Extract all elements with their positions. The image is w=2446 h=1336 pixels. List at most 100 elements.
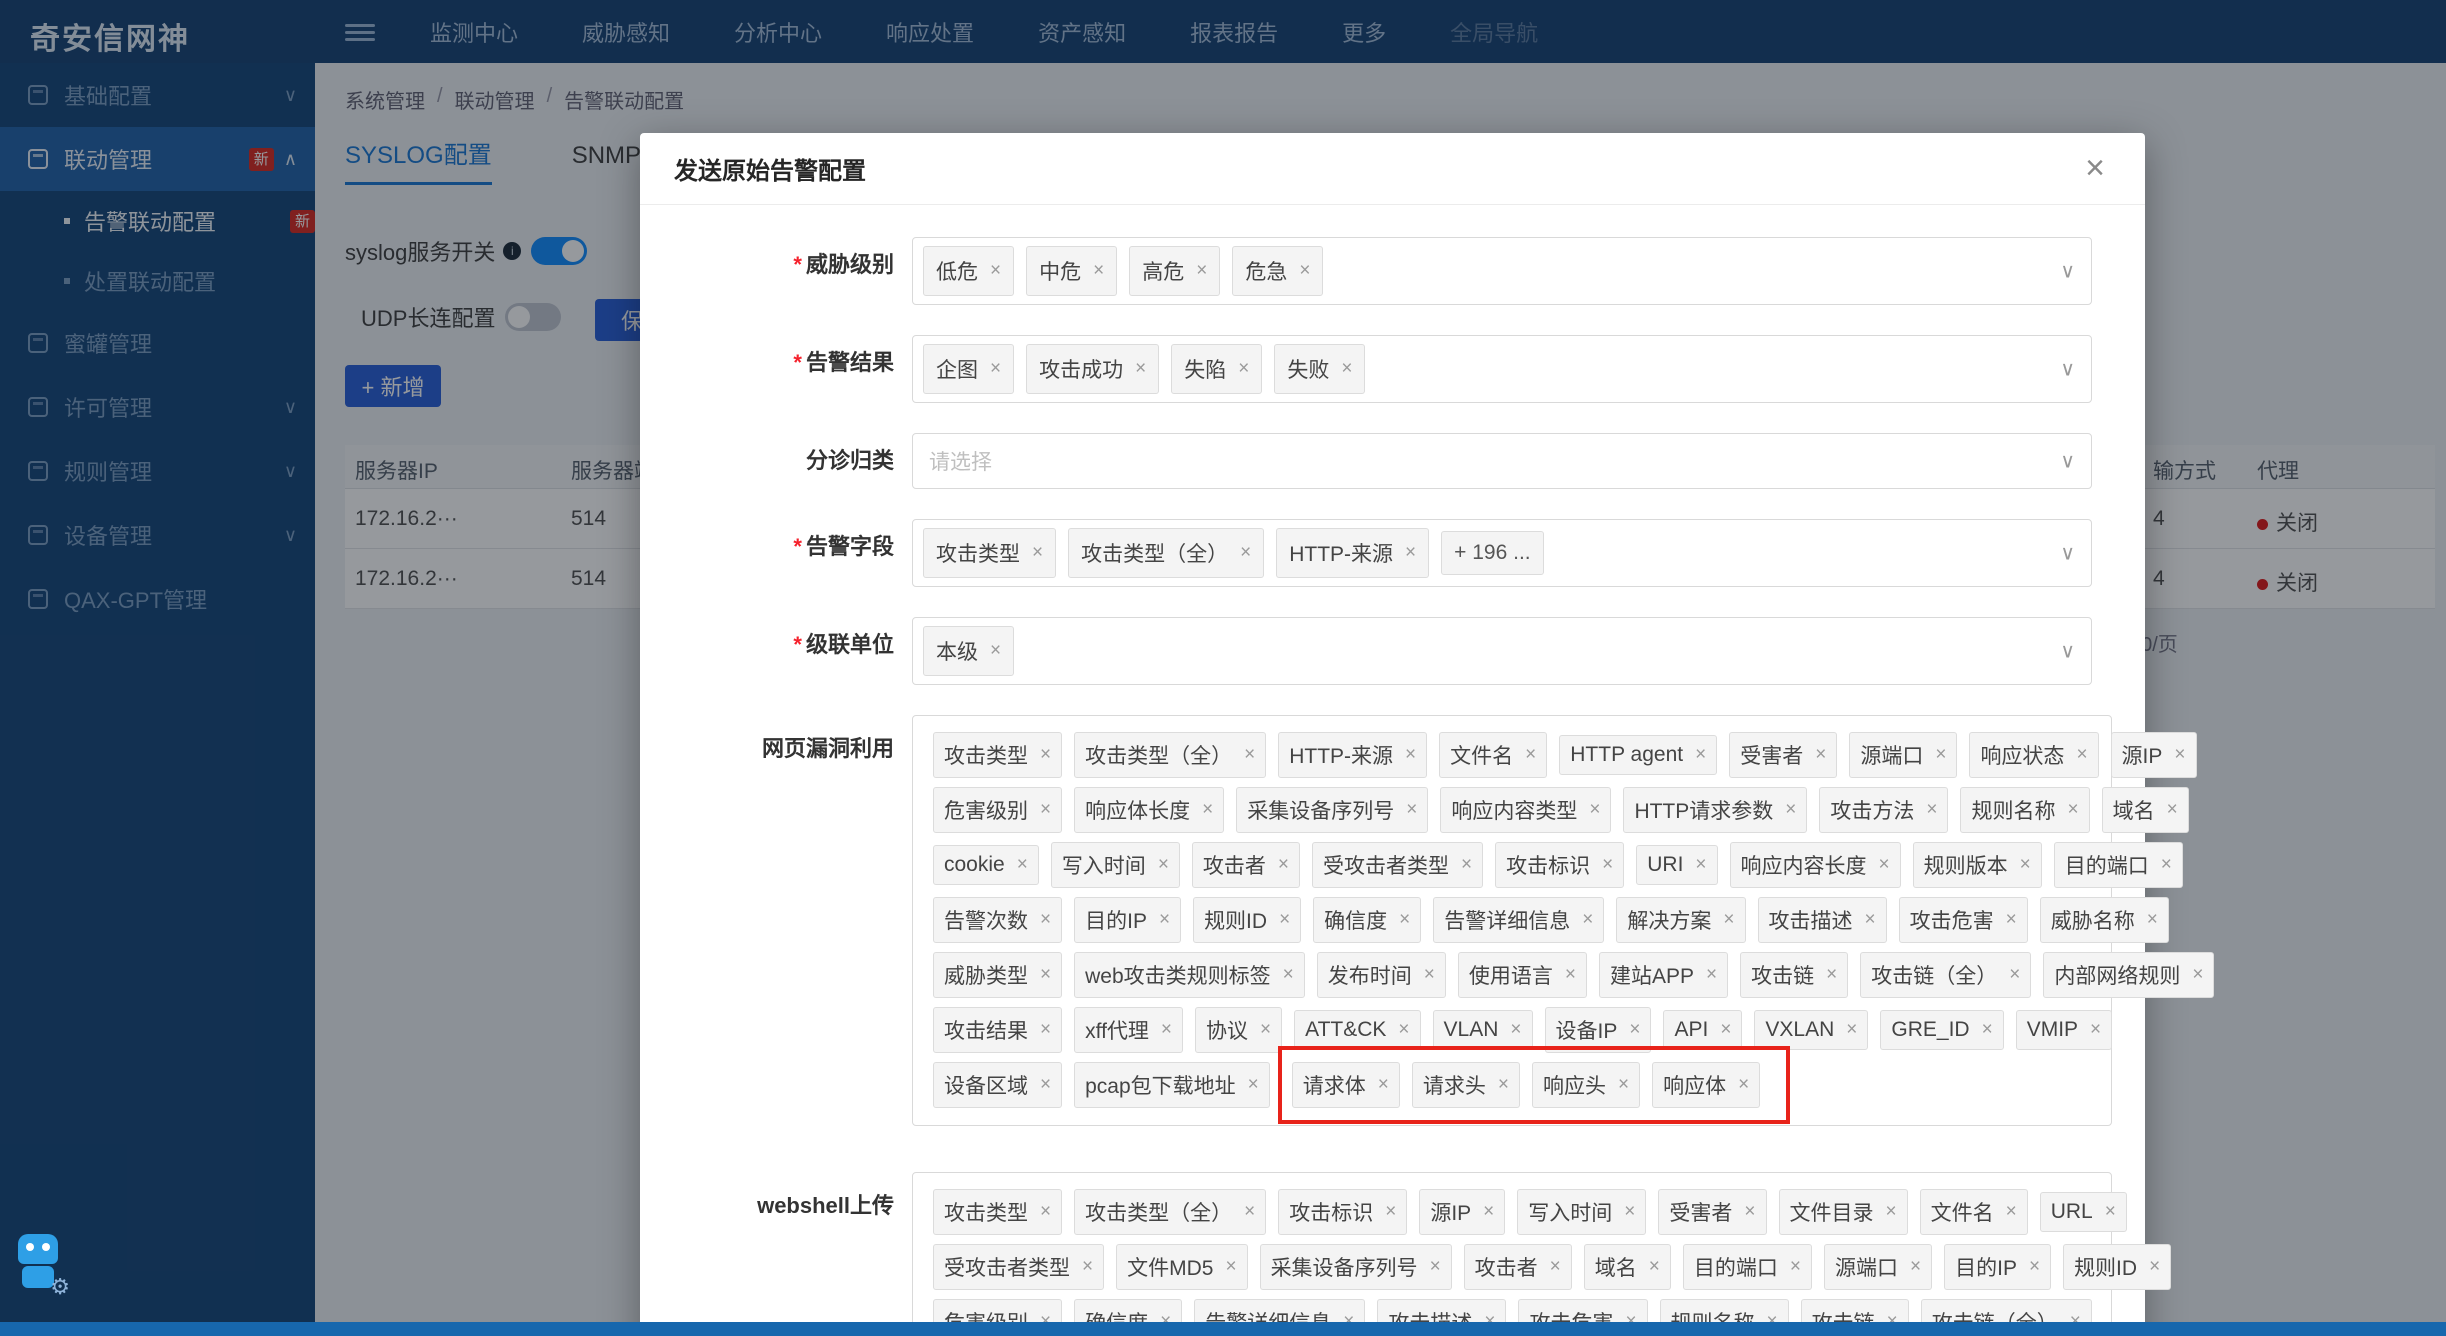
tag-remove-icon[interactable]: × xyxy=(1399,909,1410,931)
tag-remove-icon[interactable]: × xyxy=(1695,744,1706,766)
tag-remove-icon[interactable]: × xyxy=(2149,1256,2160,1278)
tag-remove-icon[interactable]: × xyxy=(1405,542,1416,564)
tag-remove-icon[interactable]: × xyxy=(2105,1201,2116,1223)
tag-remove-icon[interactable]: × xyxy=(2006,909,2017,931)
tag-remove-icon[interactable]: × xyxy=(1248,1074,1259,1096)
tag-remove-icon[interactable]: × xyxy=(1196,260,1207,282)
tag-remove-icon[interactable]: × xyxy=(1278,854,1289,876)
tag-remove-icon[interactable]: × xyxy=(1865,909,1876,931)
tag-remove-icon[interactable]: × xyxy=(1244,1201,1255,1223)
tag-remove-icon[interactable]: × xyxy=(1040,909,1051,931)
tag-remove-icon[interactable]: × xyxy=(2067,799,2078,821)
tag-remove-icon[interactable]: × xyxy=(1602,854,1613,876)
tag-remove-icon[interactable]: × xyxy=(1032,542,1043,564)
tag-remove-icon[interactable]: × xyxy=(1405,744,1416,766)
tag-remove-icon[interactable]: × xyxy=(2161,854,2172,876)
tag-remove-icon[interactable]: × xyxy=(990,260,1001,282)
multiselect-2[interactable]: 企图 × 攻击成功 × 失陷 × 失败 × ∨ xyxy=(912,335,2092,403)
tag-remove-icon[interactable]: × xyxy=(2006,1201,2017,1223)
tag-remove-icon[interactable]: × xyxy=(2090,1019,2101,1041)
tag: 发布时间 × xyxy=(1316,952,1446,998)
tag-remove-icon[interactable]: × xyxy=(1040,744,1051,766)
tag-remove-icon[interactable]: × xyxy=(1260,1019,1271,1041)
tag-label: 源端口 xyxy=(1835,1257,1898,1280)
tag-remove-icon[interactable]: × xyxy=(2147,909,2158,931)
close-icon[interactable]: × xyxy=(2085,151,2105,185)
tag-remove-icon[interactable]: × xyxy=(1283,964,1294,986)
tag-remove-icon[interactable]: × xyxy=(1550,1256,1561,1278)
tag-remove-icon[interactable]: × xyxy=(1982,1019,1993,1041)
tag-remove-icon[interactable]: × xyxy=(2009,964,2020,986)
tag-remove-icon[interactable]: × xyxy=(1846,1019,1857,1041)
tag-remove-icon[interactable]: × xyxy=(1886,1201,1897,1223)
tag-remove-icon[interactable]: × xyxy=(1406,799,1417,821)
tag-remove-icon[interactable]: × xyxy=(1093,260,1104,282)
tag-remove-icon[interactable]: × xyxy=(1240,542,1251,564)
tag-remove-icon[interactable]: × xyxy=(1629,1019,1640,1041)
tag-remove-icon[interactable]: × xyxy=(1461,854,1472,876)
tag-remove-icon[interactable]: × xyxy=(1483,1201,1494,1223)
tag-remove-icon[interactable]: × xyxy=(1649,1256,1660,1278)
tag-remove-icon[interactable]: × xyxy=(1525,744,1536,766)
tag-remove-icon[interactable]: × xyxy=(1926,799,1937,821)
multiselect-1[interactable]: 低危 × 中危 × 高危 × 危急 × ∨ xyxy=(912,237,2092,305)
tag-remove-icon[interactable]: × xyxy=(1510,1019,1521,1041)
tag-remove-icon[interactable]: × xyxy=(2167,799,2178,821)
tag-remove-icon[interactable]: × xyxy=(1244,744,1255,766)
tag-remove-icon[interactable]: × xyxy=(1017,854,1028,876)
tag-remove-icon[interactable]: × xyxy=(2020,854,2031,876)
tag-remove-icon[interactable]: × xyxy=(1082,1256,1093,1278)
tag-remove-icon[interactable]: × xyxy=(1430,1256,1441,1278)
tag-remove-icon[interactable]: × xyxy=(1879,854,1890,876)
tag-remove-icon[interactable]: × xyxy=(1720,1019,1731,1041)
tag-remove-icon[interactable]: × xyxy=(1299,260,1310,282)
tag-remove-icon[interactable]: × xyxy=(2029,1256,2040,1278)
tag-remove-icon[interactable]: × xyxy=(1582,909,1593,931)
tag-remove-icon[interactable]: × xyxy=(1424,964,1435,986)
tag-remove-icon[interactable]: × xyxy=(1618,1074,1629,1096)
tag-remove-icon[interactable]: × xyxy=(1202,799,1213,821)
assistant-robot-icon[interactable]: ⚙ xyxy=(8,1228,72,1300)
tag-remove-icon[interactable]: × xyxy=(1225,1256,1236,1278)
tag-remove-icon[interactable]: × xyxy=(1135,358,1146,380)
tag-remove-icon[interactable]: × xyxy=(2174,744,2185,766)
tag-remove-icon[interactable]: × xyxy=(1238,358,1249,380)
tag-remove-icon[interactable]: × xyxy=(1040,799,1051,821)
field-tags-box-1[interactable]: 攻击类型 × 攻击类型（全） × HTTP-来源 × 文件名 × HTTP agent × 受害者 ×… xyxy=(912,715,2215,1126)
tag-remove-icon[interactable]: × xyxy=(1159,909,1170,931)
multiselect-5[interactable]: 本级 × ∨ xyxy=(912,617,2092,685)
tag-remove-icon[interactable]: × xyxy=(1565,964,1576,986)
tag-remove-icon[interactable]: × xyxy=(1723,909,1734,931)
tag-remove-icon[interactable]: × xyxy=(1385,1201,1396,1223)
tag-remove-icon[interactable]: × xyxy=(1624,1201,1635,1223)
tag-remove-icon[interactable]: × xyxy=(1695,854,1706,876)
tag-remove-icon[interactable]: × xyxy=(1040,1019,1051,1041)
tag-remove-icon[interactable]: × xyxy=(990,358,1001,380)
tag-remove-icon[interactable]: × xyxy=(1815,744,1826,766)
field-tags-box-2[interactable]: 攻击类型 × 攻击类型（全） × 攻击标识 × 源IP × 写入时间 × 受害者 × 文件目录 × 文件名 ×… xyxy=(912,1172,2172,1336)
tag-remove-icon[interactable]: × xyxy=(2192,964,2203,986)
tag-remove-icon[interactable]: × xyxy=(1498,1074,1509,1096)
tag-remove-icon[interactable]: × xyxy=(1040,964,1051,986)
tag-remove-icon[interactable]: × xyxy=(1790,1256,1801,1278)
tag-remove-icon[interactable]: × xyxy=(990,640,1001,662)
multiselect-4[interactable]: 攻击类型 × 攻击类型（全） × HTTP-来源 × + 196 ... ∨ xyxy=(912,519,2092,587)
tag-remove-icon[interactable]: × xyxy=(1279,909,1290,931)
tag-remove-icon[interactable]: × xyxy=(1158,854,1169,876)
tag-remove-icon[interactable]: × xyxy=(1589,799,1600,821)
tag-remove-icon[interactable]: × xyxy=(1161,1019,1172,1041)
tag-remove-icon[interactable]: × xyxy=(1910,1256,1921,1278)
tag-remove-icon[interactable]: × xyxy=(1935,744,1946,766)
tag-remove-icon[interactable]: × xyxy=(1040,1074,1051,1096)
tag-remove-icon[interactable]: × xyxy=(1040,1201,1051,1223)
tag-remove-icon[interactable]: × xyxy=(1378,1074,1389,1096)
tag-remove-icon[interactable]: × xyxy=(1826,964,1837,986)
tag-remove-icon[interactable]: × xyxy=(1706,964,1717,986)
tag-remove-icon[interactable]: × xyxy=(1785,799,1796,821)
multiselect-3[interactable]: 请选择 ∨ xyxy=(912,433,2092,489)
tag-remove-icon[interactable]: × xyxy=(1738,1074,1749,1096)
tag-remove-icon[interactable]: × xyxy=(1744,1201,1755,1223)
tag-remove-icon[interactable]: × xyxy=(2076,744,2087,766)
tag-remove-icon[interactable]: × xyxy=(1341,358,1352,380)
tag-remove-icon[interactable]: × xyxy=(1398,1019,1409,1041)
